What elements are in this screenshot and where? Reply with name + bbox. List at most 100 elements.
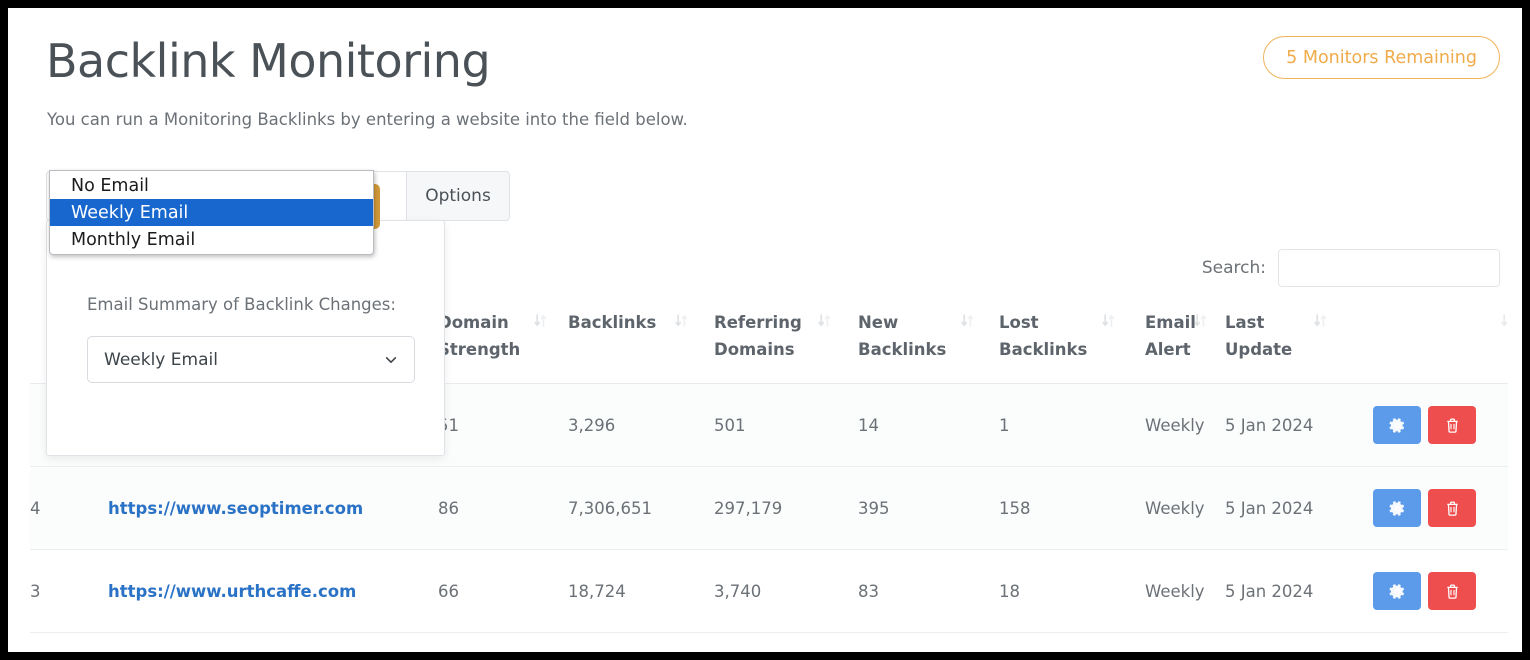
settings-button[interactable] bbox=[1373, 406, 1421, 444]
cell-url[interactable]: https://www.seoptimer.com bbox=[108, 467, 438, 550]
cell-lost-backlinks: 158 bbox=[999, 467, 1145, 550]
col-header-backlinks[interactable]: Backlinks bbox=[568, 304, 714, 384]
cell-referring-domains: 2,981 bbox=[714, 633, 858, 652]
cell-backlinks: 133,685 bbox=[568, 633, 714, 652]
col-header-last-update[interactable]: Last Update bbox=[1225, 304, 1373, 384]
page-subtitle: You can run a Monitoring Backlinks by en… bbox=[47, 110, 688, 129]
page-title: Backlink Monitoring bbox=[46, 36, 490, 87]
cell-domain-strength: 66 bbox=[438, 550, 568, 633]
cell-lost-backlinks: 1 bbox=[999, 384, 1145, 467]
col-header-email-alert[interactable]: Email Alert bbox=[1145, 304, 1225, 384]
cell-id: 4 bbox=[30, 467, 108, 550]
option-no-email[interactable]: No Email bbox=[50, 172, 373, 199]
col-label-line2: Backlinks bbox=[858, 340, 946, 359]
cell-email-alert: Weekly bbox=[1145, 550, 1225, 633]
sort-icon[interactable] bbox=[534, 313, 547, 328]
col-label-line1: New bbox=[858, 313, 898, 332]
cell-referring-domains: 297,179 bbox=[714, 467, 858, 550]
cell-email-alert: Weekly bbox=[1145, 467, 1225, 550]
col-header-domain-strength[interactable]: Domain Strength bbox=[438, 304, 568, 384]
cell-new-backlinks: 14 bbox=[858, 384, 999, 467]
cell-last-update: 5 Jan 2024 bbox=[1225, 633, 1373, 652]
cell-lost-backlinks: 66 bbox=[999, 633, 1145, 652]
cell-actions bbox=[1373, 633, 1508, 652]
col-label-line1: Domain bbox=[438, 313, 509, 332]
cell-last-update: 5 Jan 2024 bbox=[1225, 467, 1373, 550]
settings-button[interactable] bbox=[1373, 572, 1421, 610]
cell-last-update: 5 Jan 2024 bbox=[1225, 550, 1373, 633]
table-row[interactable]: 2 https://www.vervecoffee.com 73 133,685… bbox=[30, 633, 1508, 652]
col-label-line1: Last bbox=[1225, 313, 1264, 332]
cell-backlinks: 7,306,651 bbox=[568, 467, 714, 550]
delete-button[interactable] bbox=[1428, 572, 1476, 610]
col-label-line1: Backlinks bbox=[568, 313, 656, 332]
cell-lost-backlinks: 18 bbox=[999, 550, 1145, 633]
row-action-group bbox=[1373, 489, 1508, 527]
trash-icon bbox=[1445, 500, 1460, 517]
cell-new-backlinks: 395 bbox=[858, 467, 999, 550]
sort-icon[interactable] bbox=[1501, 313, 1508, 328]
col-header-lost-backlinks[interactable]: Lost Backlinks bbox=[999, 304, 1145, 384]
email-summary-select[interactable]: Weekly Email bbox=[87, 336, 415, 383]
sort-icon[interactable] bbox=[1314, 313, 1327, 328]
col-header-new-backlinks[interactable]: New Backlinks bbox=[858, 304, 999, 384]
table-search-group: Search: bbox=[1202, 249, 1500, 287]
options-popover: Email Summary of Backlink Changes: Weekl… bbox=[46, 220, 445, 456]
cell-actions bbox=[1373, 467, 1508, 550]
col-label-line2: Backlinks bbox=[999, 340, 1087, 359]
col-label-line2: Alert bbox=[1145, 340, 1191, 359]
col-label-line2: Domains bbox=[714, 340, 795, 359]
delete-button[interactable] bbox=[1428, 489, 1476, 527]
cell-url[interactable]: https://www.urthcaffe.com bbox=[108, 550, 438, 633]
cell-id: 2 bbox=[30, 633, 108, 652]
cell-email-alert: Weekly bbox=[1145, 384, 1225, 467]
sort-icon[interactable] bbox=[1102, 313, 1115, 328]
option-weekly-email[interactable]: Weekly Email bbox=[50, 199, 373, 226]
table-row[interactable]: 4 https://www.seoptimer.com 86 7,306,651… bbox=[30, 467, 1508, 550]
cell-email-alert: Weekly bbox=[1145, 633, 1225, 652]
row-action-group bbox=[1373, 406, 1508, 444]
sort-icon[interactable] bbox=[818, 313, 831, 328]
app-page: Backlink Monitoring You can run a Monito… bbox=[8, 8, 1522, 652]
email-summary-label: Email Summary of Backlink Changes: bbox=[87, 295, 396, 314]
cell-url[interactable]: https://www.vervecoffee.com bbox=[108, 633, 438, 652]
gear-icon bbox=[1389, 583, 1406, 600]
cell-last-update: 5 Jan 2024 bbox=[1225, 384, 1373, 467]
gear-icon bbox=[1389, 417, 1406, 434]
row-action-group bbox=[1373, 572, 1508, 610]
col-label-line2: Strength bbox=[438, 340, 520, 359]
email-summary-selected-value: Weekly Email bbox=[104, 350, 218, 370]
site-link[interactable]: https://www.urthcaffe.com bbox=[108, 582, 356, 601]
col-label-line1: Lost bbox=[999, 313, 1039, 332]
chevron-down-icon bbox=[384, 353, 398, 367]
cell-backlinks: 18,724 bbox=[568, 550, 714, 633]
sort-icon[interactable] bbox=[1194, 313, 1207, 328]
sort-icon[interactable] bbox=[961, 313, 974, 328]
col-label-line2: Update bbox=[1225, 340, 1292, 359]
search-label: Search: bbox=[1202, 258, 1266, 278]
options-button[interactable]: Options bbox=[406, 171, 510, 221]
search-input[interactable] bbox=[1278, 249, 1500, 287]
cell-referring-domains: 3,740 bbox=[714, 550, 858, 633]
cell-referring-domains: 501 bbox=[714, 384, 858, 467]
cell-new-backlinks: 1,422 bbox=[858, 633, 999, 652]
cell-actions bbox=[1373, 550, 1508, 633]
col-header-referring-domains[interactable]: Referring Domains bbox=[714, 304, 858, 384]
cell-domain-strength: 51 bbox=[438, 384, 568, 467]
cell-id: 3 bbox=[30, 550, 108, 633]
cell-domain-strength: 73 bbox=[438, 633, 568, 652]
cell-new-backlinks: 83 bbox=[858, 550, 999, 633]
site-link[interactable]: https://www.seoptimer.com bbox=[108, 499, 363, 518]
email-summary-option-list[interactable]: No Email Weekly Email Monthly Email bbox=[49, 170, 374, 255]
delete-button[interactable] bbox=[1428, 406, 1476, 444]
col-label-line1: Referring bbox=[714, 313, 802, 332]
trash-icon bbox=[1445, 417, 1460, 434]
option-monthly-email[interactable]: Monthly Email bbox=[50, 226, 373, 253]
table-row[interactable]: 3 https://www.urthcaffe.com 66 18,724 3,… bbox=[30, 550, 1508, 633]
col-label-line1: Email bbox=[1145, 313, 1196, 332]
sort-icon[interactable] bbox=[675, 313, 688, 328]
settings-button[interactable] bbox=[1373, 489, 1421, 527]
col-header-actions[interactable] bbox=[1373, 304, 1508, 384]
monitors-remaining-badge[interactable]: 5 Monitors Remaining bbox=[1263, 36, 1500, 79]
trash-icon bbox=[1445, 583, 1460, 600]
